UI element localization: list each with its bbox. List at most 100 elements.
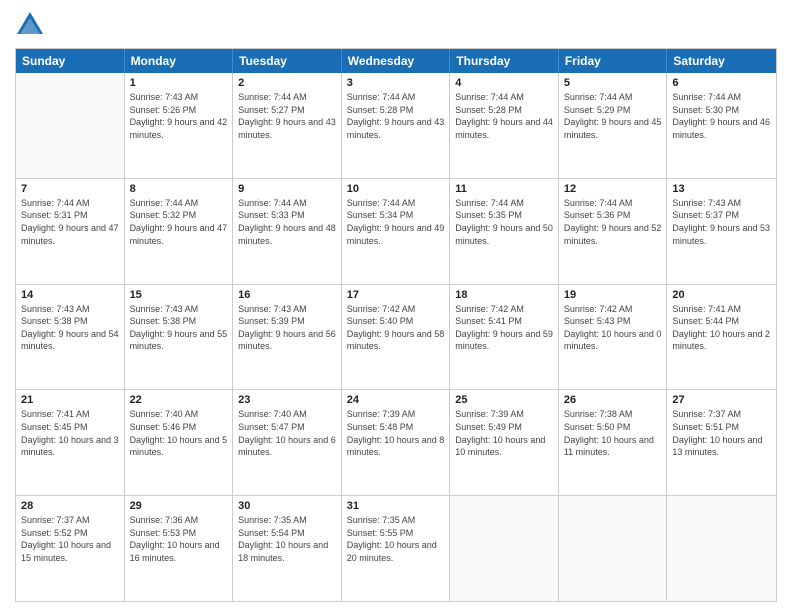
day-number: 30 xyxy=(238,500,336,512)
cal-cell-4-0: 28 Sunrise: 7:37 AM Sunset: 5:52 PM Dayli… xyxy=(16,496,125,601)
day-number: 1 xyxy=(130,77,228,89)
day-number: 28 xyxy=(21,500,119,512)
cal-cell-0-4: 4 Sunrise: 7:44 AM Sunset: 5:28 PM Daylig… xyxy=(450,73,559,178)
cal-cell-3-2: 23 Sunrise: 7:40 AM Sunset: 5:47 PM Dayli… xyxy=(233,390,342,495)
cell-details: Sunrise: 7:43 AM Sunset: 5:39 PM Dayligh… xyxy=(238,303,336,353)
cal-cell-0-5: 5 Sunrise: 7:44 AM Sunset: 5:29 PM Daylig… xyxy=(559,73,668,178)
cal-cell-2-5: 19Sunrise: 7:42 AM Sunset: 5:43 PM Dayli… xyxy=(559,285,668,390)
cal-cell-4-3: 31 Sunrise: 7:35 AM Sunset: 5:55 PM Dayli… xyxy=(342,496,451,601)
cell-details: Sunrise: 7:36 AM Sunset: 5:53 PM Dayligh… xyxy=(130,514,228,564)
cell-details: Sunrise: 7:37 AM Sunset: 5:51 PM Dayligh… xyxy=(672,408,771,458)
cal-cell-0-1: 1 Sunrise: 7:43 AM Sunset: 5:26 PM Daylig… xyxy=(125,73,234,178)
day-number: 14 xyxy=(21,289,119,301)
cal-cell-3-0: 21Sunrise: 7:41 AM Sunset: 5:45 PM Dayli… xyxy=(16,390,125,495)
header-day-saturday: Saturday xyxy=(667,49,776,73)
day-number: 21 xyxy=(21,394,119,406)
cell-details: Sunrise: 7:40 AM Sunset: 5:47 PM Dayligh… xyxy=(238,408,336,458)
cal-cell-3-5: 26Sunrise: 7:38 AM Sunset: 5:50 PM Dayli… xyxy=(559,390,668,495)
cell-details: Sunrise: 7:42 AM Sunset: 5:40 PM Dayligh… xyxy=(347,303,445,353)
header xyxy=(15,10,777,40)
cell-details: Sunrise: 7:38 AM Sunset: 5:50 PM Dayligh… xyxy=(564,408,662,458)
cell-details: Sunrise: 7:35 AM Sunset: 5:54 PM Dayligh… xyxy=(238,514,336,564)
calendar-header: SundayMondayTuesdayWednesdayThursdayFrid… xyxy=(16,49,776,73)
cal-cell-3-3: 24Sunrise: 7:39 AM Sunset: 5:48 PM Dayli… xyxy=(342,390,451,495)
day-number: 31 xyxy=(347,500,445,512)
cal-cell-0-6: 6 Sunrise: 7:44 AM Sunset: 5:30 PM Daylig… xyxy=(667,73,776,178)
cell-details: Sunrise: 7:44 AM Sunset: 5:28 PM Dayligh… xyxy=(455,91,553,141)
cal-cell-1-3: 10 Sunrise: 7:44 AM Sunset: 5:34 PM Dayli… xyxy=(342,179,451,284)
cal-cell-4-1: 29 Sunrise: 7:36 AM Sunset: 5:53 PM Dayli… xyxy=(125,496,234,601)
day-number: 2 xyxy=(238,77,336,89)
cal-cell-3-1: 22 Sunrise: 7:40 AM Sunset: 5:46 PM Dayli… xyxy=(125,390,234,495)
cell-details: Sunrise: 7:44 AM Sunset: 5:33 PM Dayligh… xyxy=(238,197,336,247)
cell-details: Sunrise: 7:44 AM Sunset: 5:28 PM Dayligh… xyxy=(347,91,445,141)
day-number: 5 xyxy=(564,77,662,89)
cal-cell-2-6: 20 Sunrise: 7:41 AM Sunset: 5:44 PM Dayli… xyxy=(667,285,776,390)
day-number: 27 xyxy=(672,394,771,406)
day-number: 3 xyxy=(347,77,445,89)
cal-cell-0-0 xyxy=(16,73,125,178)
calendar-row-3: 21Sunrise: 7:41 AM Sunset: 5:45 PM Dayli… xyxy=(16,389,776,495)
day-number: 20 xyxy=(672,289,771,301)
calendar-row-2: 14 Sunrise: 7:43 AM Sunset: 5:38 PM Dayli… xyxy=(16,284,776,390)
header-day-monday: Monday xyxy=(125,49,234,73)
day-number: 11 xyxy=(455,183,553,195)
day-number: 6 xyxy=(672,77,771,89)
cell-details: Sunrise: 7:37 AM Sunset: 5:52 PM Dayligh… xyxy=(21,514,119,564)
day-number: 23 xyxy=(238,394,336,406)
cell-details: Sunrise: 7:40 AM Sunset: 5:46 PM Dayligh… xyxy=(130,408,228,458)
cell-details: Sunrise: 7:43 AM Sunset: 5:26 PM Dayligh… xyxy=(130,91,228,141)
cal-cell-4-4 xyxy=(450,496,559,601)
cal-cell-1-6: 13 Sunrise: 7:43 AM Sunset: 5:37 PM Dayli… xyxy=(667,179,776,284)
calendar: SundayMondayTuesdayWednesdayThursdayFrid… xyxy=(15,48,777,602)
logo xyxy=(15,10,49,40)
cell-details: Sunrise: 7:44 AM Sunset: 5:32 PM Dayligh… xyxy=(130,197,228,247)
cell-details: Sunrise: 7:43 AM Sunset: 5:38 PM Dayligh… xyxy=(21,303,119,353)
cal-cell-2-2: 16 Sunrise: 7:43 AM Sunset: 5:39 PM Dayli… xyxy=(233,285,342,390)
header-day-tuesday: Tuesday xyxy=(233,49,342,73)
cell-details: Sunrise: 7:39 AM Sunset: 5:49 PM Dayligh… xyxy=(455,408,553,458)
cell-details: Sunrise: 7:39 AM Sunset: 5:48 PM Dayligh… xyxy=(347,408,445,458)
cal-cell-2-0: 14 Sunrise: 7:43 AM Sunset: 5:38 PM Dayli… xyxy=(16,285,125,390)
day-number: 22 xyxy=(130,394,228,406)
cell-details: Sunrise: 7:44 AM Sunset: 5:34 PM Dayligh… xyxy=(347,197,445,247)
day-number: 8 xyxy=(130,183,228,195)
cal-cell-4-5 xyxy=(559,496,668,601)
cal-cell-3-6: 27 Sunrise: 7:37 AM Sunset: 5:51 PM Dayli… xyxy=(667,390,776,495)
cell-details: Sunrise: 7:41 AM Sunset: 5:44 PM Dayligh… xyxy=(672,303,771,353)
calendar-body: 1 Sunrise: 7:43 AM Sunset: 5:26 PM Daylig… xyxy=(16,73,776,601)
day-number: 16 xyxy=(238,289,336,301)
cal-cell-1-5: 12 Sunrise: 7:44 AM Sunset: 5:36 PM Dayli… xyxy=(559,179,668,284)
cal-cell-1-1: 8 Sunrise: 7:44 AM Sunset: 5:32 PM Daylig… xyxy=(125,179,234,284)
cell-details: Sunrise: 7:44 AM Sunset: 5:31 PM Dayligh… xyxy=(21,197,119,247)
cell-details: Sunrise: 7:35 AM Sunset: 5:55 PM Dayligh… xyxy=(347,514,445,564)
cell-details: Sunrise: 7:42 AM Sunset: 5:41 PM Dayligh… xyxy=(455,303,553,353)
day-number: 13 xyxy=(672,183,771,195)
cal-cell-0-3: 3 Sunrise: 7:44 AM Sunset: 5:28 PM Daylig… xyxy=(342,73,451,178)
calendar-row-0: 1 Sunrise: 7:43 AM Sunset: 5:26 PM Daylig… xyxy=(16,73,776,178)
cell-details: Sunrise: 7:43 AM Sunset: 5:37 PM Dayligh… xyxy=(672,197,771,247)
day-number: 12 xyxy=(564,183,662,195)
header-day-sunday: Sunday xyxy=(16,49,125,73)
calendar-row-4: 28 Sunrise: 7:37 AM Sunset: 5:52 PM Dayli… xyxy=(16,495,776,601)
cell-details: Sunrise: 7:44 AM Sunset: 5:35 PM Dayligh… xyxy=(455,197,553,247)
day-number: 19 xyxy=(564,289,662,301)
cell-details: Sunrise: 7:43 AM Sunset: 5:38 PM Dayligh… xyxy=(130,303,228,353)
cal-cell-1-4: 11 Sunrise: 7:44 AM Sunset: 5:35 PM Dayli… xyxy=(450,179,559,284)
day-number: 10 xyxy=(347,183,445,195)
header-day-friday: Friday xyxy=(559,49,668,73)
day-number: 15 xyxy=(130,289,228,301)
cal-cell-2-3: 17Sunrise: 7:42 AM Sunset: 5:40 PM Dayli… xyxy=(342,285,451,390)
day-number: 9 xyxy=(238,183,336,195)
cell-details: Sunrise: 7:44 AM Sunset: 5:30 PM Dayligh… xyxy=(672,91,771,141)
header-day-wednesday: Wednesday xyxy=(342,49,451,73)
cal-cell-0-2: 2Sunrise: 7:44 AM Sunset: 5:27 PM Daylig… xyxy=(233,73,342,178)
cell-details: Sunrise: 7:44 AM Sunset: 5:29 PM Dayligh… xyxy=(564,91,662,141)
day-number: 29 xyxy=(130,500,228,512)
cal-cell-1-2: 9 Sunrise: 7:44 AM Sunset: 5:33 PM Daylig… xyxy=(233,179,342,284)
day-number: 25 xyxy=(455,394,553,406)
cell-details: Sunrise: 7:44 AM Sunset: 5:36 PM Dayligh… xyxy=(564,197,662,247)
logo-icon xyxy=(15,10,45,40)
day-number: 4 xyxy=(455,77,553,89)
day-number: 7 xyxy=(21,183,119,195)
